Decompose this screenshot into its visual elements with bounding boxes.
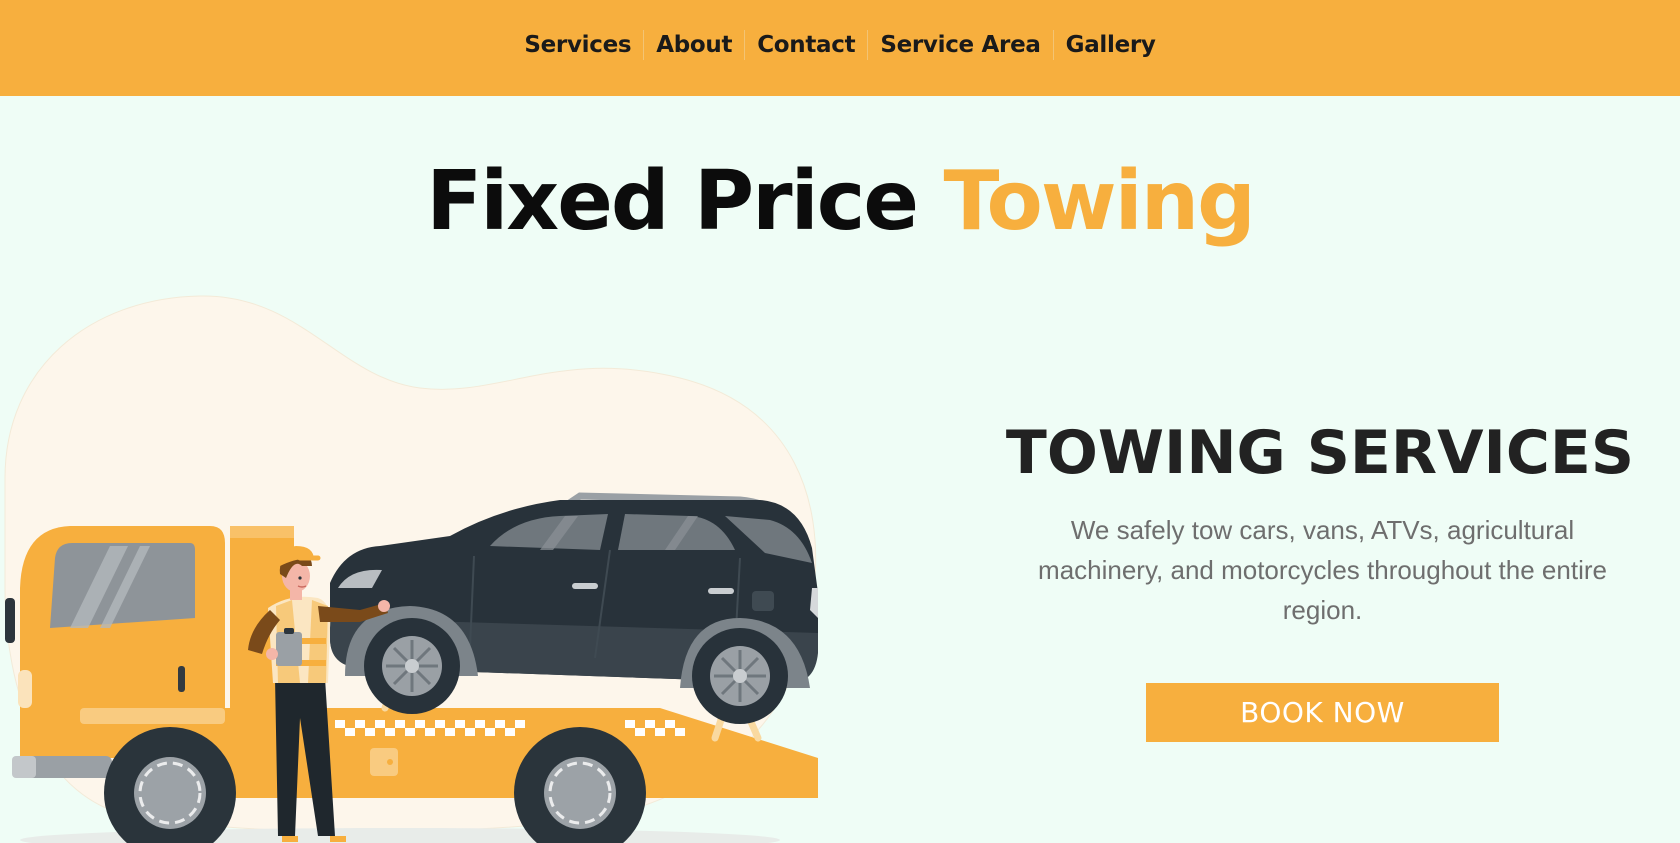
top-navbar: Services About Contact Service Area Gall… [0,0,1680,96]
hero-title-accent: Towing [943,154,1255,249]
hero-title: Fixed Price Towing [0,152,1680,252]
services-description: We safely tow cars, vans, ATVs, agricult… [1038,515,1607,625]
nav-divider [867,30,869,60]
nav-item-service-area[interactable]: Service Area [868,28,1052,62]
services-heading: TOWING SERVICES [1005,418,1635,488]
nav-divider [744,30,746,60]
nav-item-gallery[interactable]: Gallery [1054,28,1168,62]
tow-truck-illustration [0,288,830,843]
book-now-button[interactable]: BOOK NOW [1146,683,1499,742]
nav-divider [643,30,645,60]
nav-item-contact[interactable]: Contact [745,28,867,62]
nav-divider [1052,30,1054,60]
nav-item-about[interactable]: About [644,28,744,62]
nav-menu: Services About Contact Service Area Gall… [0,28,1680,62]
nav-item-services[interactable]: Services [512,28,643,62]
hero-title-main: Fixed Price [426,154,944,249]
